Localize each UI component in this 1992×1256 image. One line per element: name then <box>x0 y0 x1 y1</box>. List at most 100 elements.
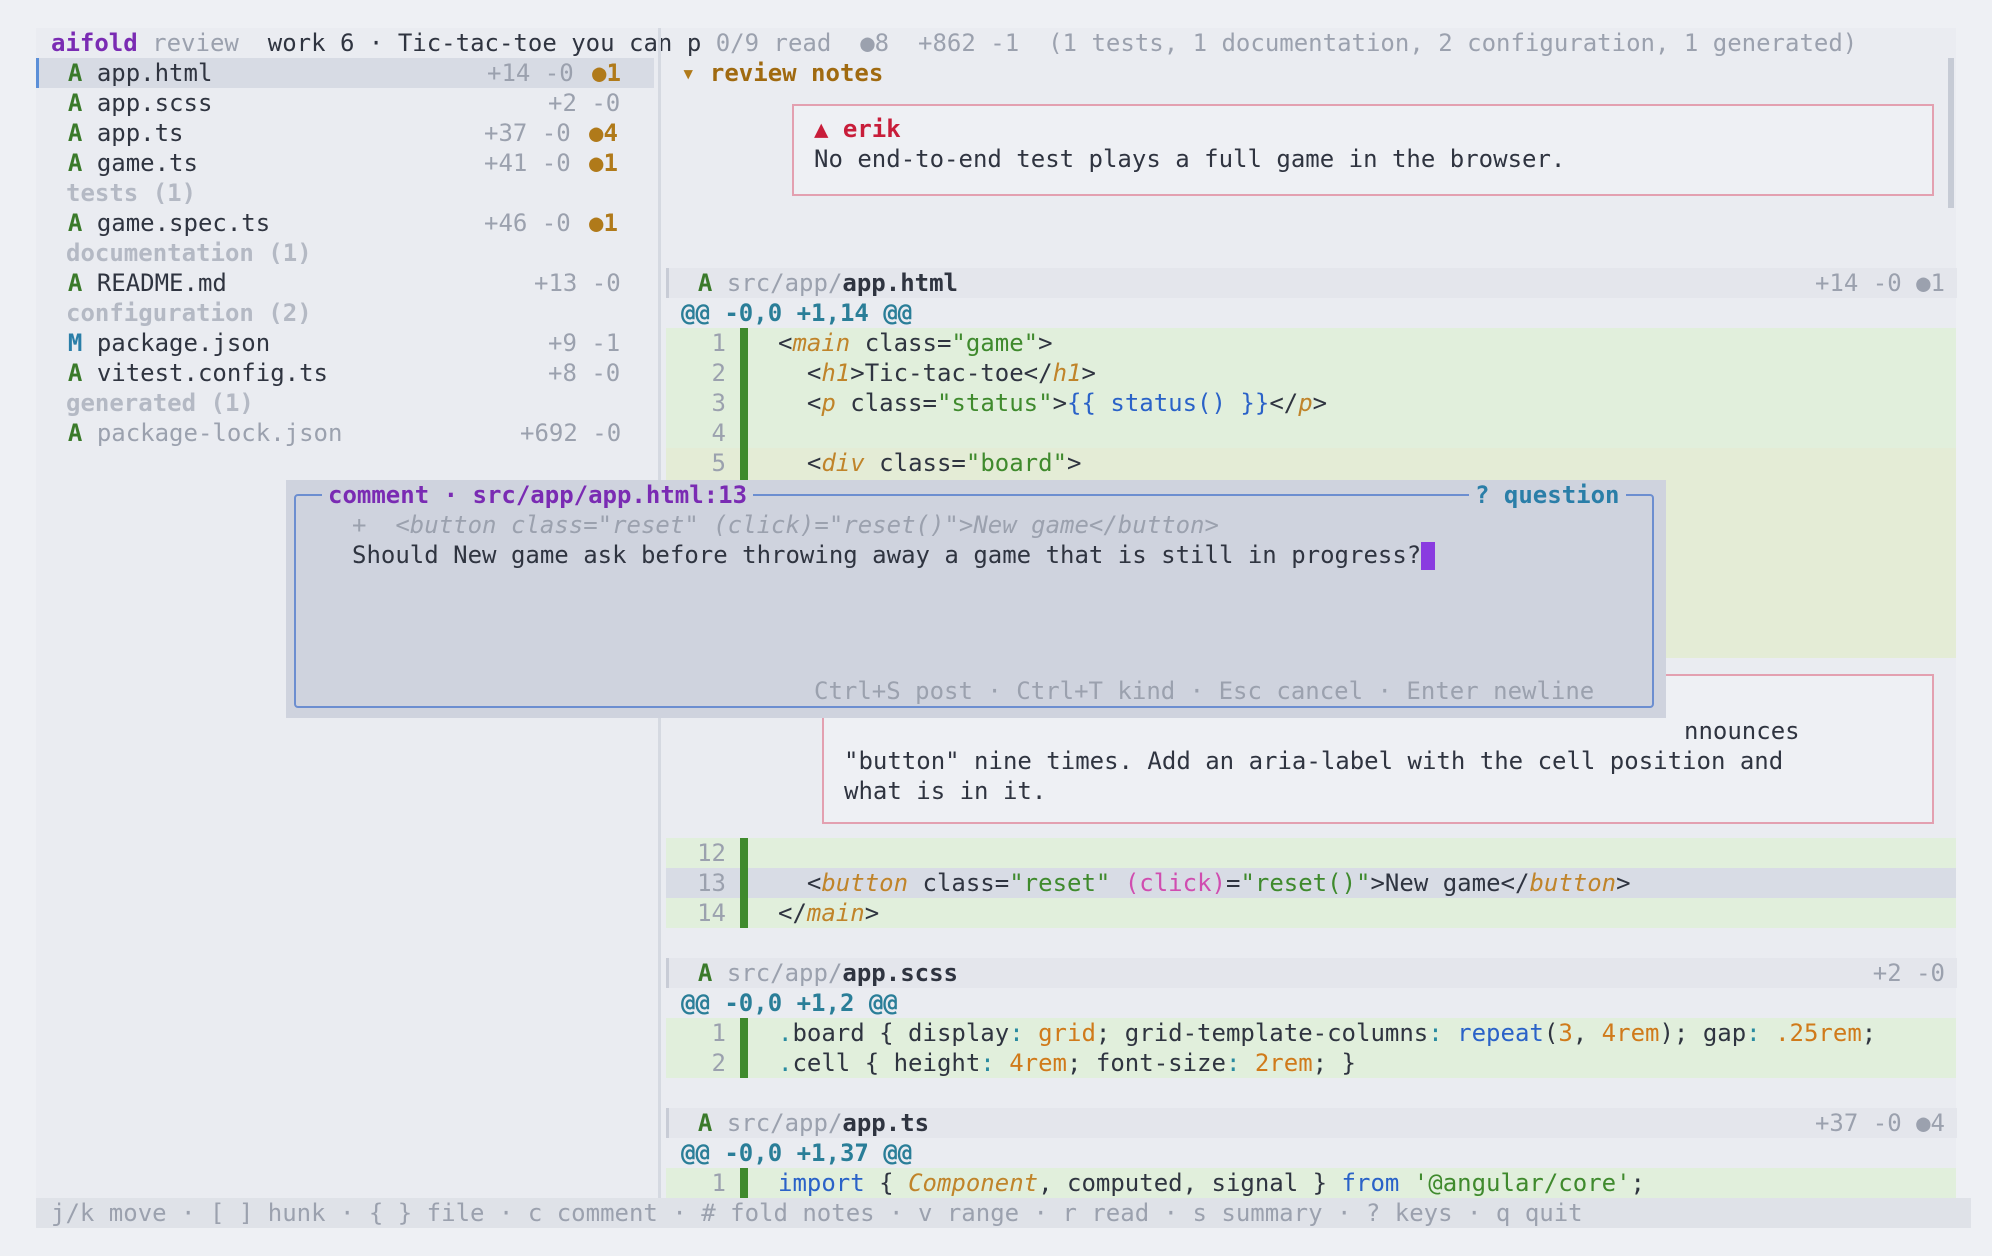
line-number: 1 <box>711 1019 726 1047</box>
group-header-configuration[interactable]: configuration (2) <box>66 298 312 328</box>
file-stat: +41 -0 <box>484 149 571 177</box>
comment-count: ●1 <box>592 59 621 87</box>
review-note-card[interactable]: ▲ erik No end-to-end test plays a full g… <box>792 104 1934 196</box>
scrollbar[interactable] <box>1948 58 1954 208</box>
sidebar-item-app-html[interactable]: A app.html +14 -0 ●1 <box>36 58 654 88</box>
comment-dialog-title: comment · src/app/app.html:13 <box>322 480 754 510</box>
file-stat: +9 -1 <box>548 329 621 357</box>
status-added: A <box>67 59 83 87</box>
group-header-generated[interactable]: generated (1) <box>66 388 254 418</box>
app-mode: review <box>152 29 239 57</box>
file-header-app-scss[interactable]: A src/app/app.scss +2 -0 <box>666 958 1957 988</box>
status-added: A <box>697 269 713 297</box>
status-added: A <box>67 269 83 297</box>
line-number: 1 <box>711 1169 726 1197</box>
sidebar-item-game-spec-ts[interactable]: A game.spec.ts +46 -0 ●1 <box>39 208 654 238</box>
line-number: 2 <box>711 359 726 387</box>
file-stat: +14 -0 ●1 <box>1814 269 1945 297</box>
file-header-app-html[interactable]: A src/app/app.html +14 -0 ●1 <box>666 268 1957 298</box>
status-added: A <box>67 359 83 387</box>
file-stat: +37 -0 ●4 <box>1814 1109 1945 1137</box>
file-stat: +37 -0 <box>484 119 571 147</box>
diff-line[interactable]: 5 <div class="board"> <box>666 448 1956 478</box>
status-added: A <box>67 149 83 177</box>
file-name: app.ts <box>96 119 184 147</box>
file-name: game.ts <box>96 149 198 177</box>
note-text: No end-to-end test plays a full game in … <box>814 145 1566 173</box>
review-notes-label: review notes <box>709 59 884 87</box>
status-added: A <box>67 119 83 147</box>
file-name: app.scss <box>842 959 958 987</box>
diff-line-selected[interactable]: 13 <button class="reset" (click)="reset(… <box>666 868 1956 898</box>
note-author: ▲ erik <box>814 114 901 144</box>
diff-line[interactable]: 14 </main> <box>666 898 1956 928</box>
sidebar-item-game-ts[interactable]: A game.ts +41 -0 ●1 <box>39 148 654 178</box>
file-name: vitest.config.ts <box>96 359 328 387</box>
comment-dialog[interactable]: comment · src/app/app.html:13 ? question… <box>286 480 1666 718</box>
notes-count: ●8 <box>860 29 890 57</box>
file-name: app.ts <box>842 1109 930 1137</box>
status-added: A <box>697 1109 713 1137</box>
hunk-header[interactable]: @@ -0,0 +1,14 @@ <box>681 298 912 328</box>
hunk-header[interactable]: @@ -0,0 +1,2 @@ <box>681 988 898 1018</box>
diff-line[interactable]: 1 import { Component, computed, signal } … <box>666 1168 1956 1198</box>
file-header-app-ts[interactable]: A src/app/app.ts +37 -0 ●4 <box>666 1108 1957 1138</box>
diff-line[interactable]: 3 <p class="status">{{ status() }}</p> <box>666 388 1956 418</box>
comment-hints: Ctrl+S post · Ctrl+T kind · Esc cancel ·… <box>808 676 1601 706</box>
status-modified: M <box>67 329 83 357</box>
line-number: 14 <box>697 899 726 927</box>
status-added: A <box>67 209 83 237</box>
diffstat: +862 -1 <box>918 29 1020 57</box>
hunk-header[interactable]: @@ -0,0 +1,37 @@ <box>681 1138 912 1168</box>
diff-line[interactable]: 2 .cell { height: 4rem; font-size: 2rem; … <box>666 1048 1956 1078</box>
sidebar-item-readme[interactable]: A README.md +13 -0 <box>39 268 654 298</box>
line-number: 1 <box>711 329 726 357</box>
category-summary: (1 tests, 1 documentation, 2 configurati… <box>1048 29 1858 57</box>
diff-line[interactable]: 4 <box>666 418 1956 448</box>
file-dir: src/app/ <box>726 269 843 297</box>
comment-line: "button" nine times. Add an aria-label w… <box>844 747 1784 775</box>
line-number: 3 <box>711 389 726 417</box>
file-name: app.scss <box>96 89 213 117</box>
comment-line: nnounces <box>1684 717 1800 745</box>
diff-line[interactable]: 2 <h1>Tic-tac-toe</h1> <box>666 358 1956 388</box>
file-dir: src/app/ <box>726 1109 843 1137</box>
author-name: erik <box>842 115 901 143</box>
sidebar-item-package-lock[interactable]: A package-lock.json +692 -0 <box>39 418 654 448</box>
file-stat: +14 -0 <box>487 59 574 87</box>
diff-line[interactable]: 1 <main class="game"> <box>666 328 1956 358</box>
file-name: app.html <box>842 269 958 297</box>
group-header-documentation[interactable]: documentation (1) <box>66 238 312 268</box>
status-added: A <box>67 89 83 117</box>
file-stat: +46 -0 <box>484 209 571 237</box>
comment-kind-selector[interactable]: ? question <box>1469 480 1626 510</box>
file-name: app.html <box>96 59 213 87</box>
group-header-tests[interactable]: tests (1) <box>66 178 196 208</box>
read-count: 0/9 read <box>715 29 832 57</box>
file-stat: +692 -0 <box>520 419 622 447</box>
review-title: Tic-tac-toe you can p <box>397 29 702 57</box>
line-number: 13 <box>697 869 726 897</box>
line-number: 2 <box>711 1049 726 1077</box>
header-bar: aifold review work 6 · Tic-tac-toe you c… <box>51 29 1858 57</box>
sidebar-item-app-ts[interactable]: A app.ts +37 -0 ●4 <box>39 118 654 148</box>
line-number: 5 <box>711 449 726 477</box>
footer-keys: j/k move · [ ] hunk · { } file · c comme… <box>36 1198 1971 1228</box>
chevron-down-icon: ▾ <box>681 59 696 87</box>
text-cursor <box>1421 542 1436 570</box>
status-added: A <box>697 959 713 987</box>
comment-input[interactable]: Should New game ask before throwing away… <box>352 540 1436 570</box>
status-added: A <box>67 419 83 447</box>
diff-line[interactable]: 1 .board { display: grid; grid-template-c… <box>666 1018 1956 1048</box>
line-number: 12 <box>697 839 726 867</box>
diff-line[interactable]: 12 <box>666 838 1956 868</box>
file-name: README.md <box>96 269 227 297</box>
sidebar-item-vitest-config[interactable]: A vitest.config.ts +8 -0 <box>39 358 654 388</box>
review-notes-header[interactable]: ▾ review notes <box>681 58 883 88</box>
sidebar-item-package-json[interactable]: M package.json +9 -1 <box>39 328 654 358</box>
workspace: work 6 <box>267 29 355 57</box>
comment-count: ●1 <box>589 209 618 237</box>
sidebar-item-app-scss[interactable]: A app.scss +2 -0 <box>39 88 654 118</box>
comment-count: ●4 <box>589 119 618 147</box>
comment-text: Should New game ask before throwing away… <box>352 541 1422 569</box>
